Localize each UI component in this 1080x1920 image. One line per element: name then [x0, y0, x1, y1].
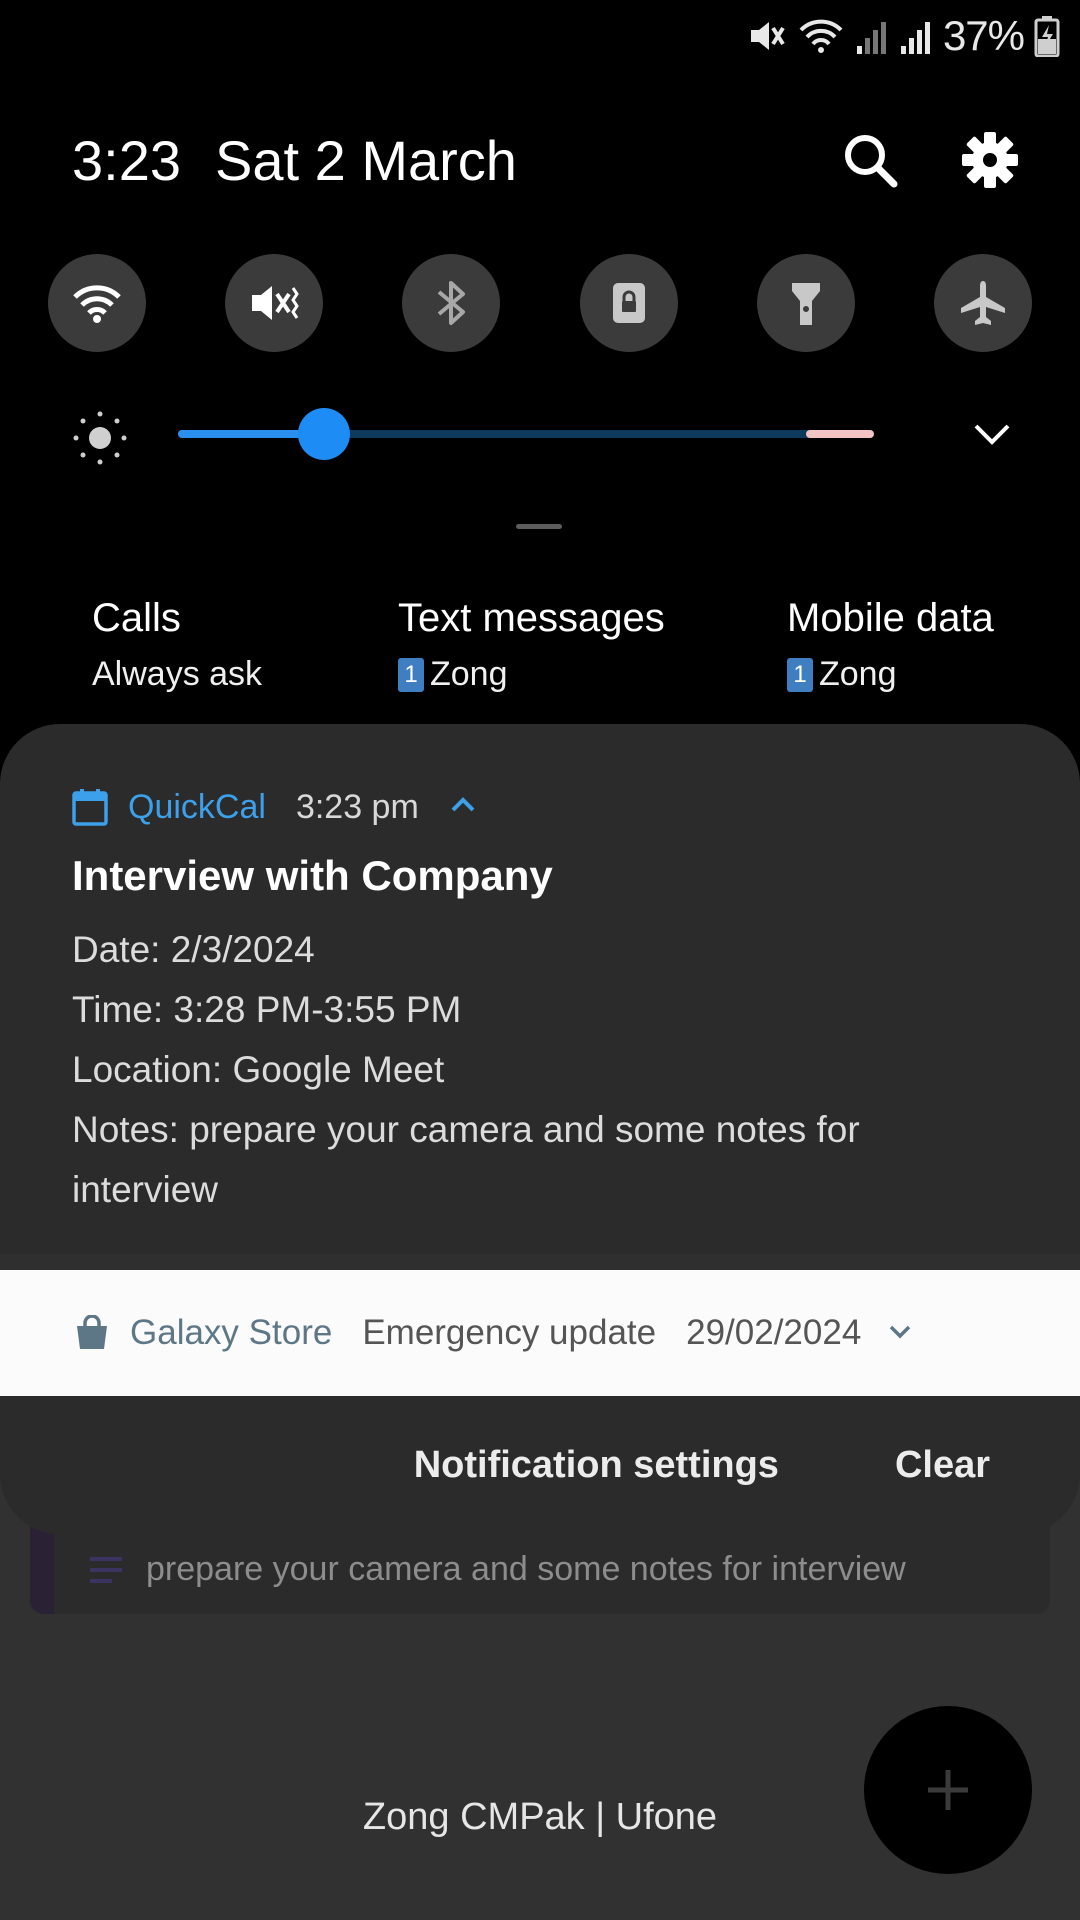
store-notification-text: Emergency update — [362, 1313, 657, 1352]
flashlight-icon — [791, 283, 820, 325]
sim-calls-title: Calls — [92, 596, 181, 640]
toggle-airplane[interactable] — [933, 254, 1032, 352]
mute-icon — [747, 16, 787, 56]
sim-1-icon: 1 — [398, 657, 424, 692]
brightness-control — [70, 400, 1010, 470]
search-button[interactable] — [840, 130, 900, 190]
wifi-icon — [73, 285, 121, 323]
battery-percent: 37% — [942, 12, 1025, 59]
sim-manager: Calls Always ask Text messages 1 Zong Mob… — [0, 596, 1080, 706]
toggle-bluetooth[interactable] — [402, 254, 501, 352]
sim-data-title: Mobile data — [787, 596, 994, 640]
sim-mobile-data[interactable]: Mobile data 1 Zong — [787, 596, 994, 694]
notification-footer: Notification settings Clear — [0, 1396, 1080, 1534]
clear-button[interactable]: Clear — [895, 1444, 990, 1487]
gear-icon — [962, 132, 1018, 188]
sim-1-icon: 1 — [787, 657, 813, 692]
brightness-icon — [70, 408, 130, 473]
sim-texts-title: Text messages — [398, 596, 665, 640]
wifi-icon — [797, 16, 845, 56]
store-notification-date: 29/02/2024 — [686, 1313, 862, 1352]
add-event-button[interactable] — [864, 1706, 1032, 1874]
notification-settings-button[interactable]: Notification settings — [414, 1444, 779, 1487]
chevron-down-icon — [890, 1325, 911, 1338]
notification-line-location: Location: Google Meet — [72, 1049, 445, 1090]
brightness-high-zone — [806, 430, 874, 438]
store-app-name: Galaxy Store — [130, 1313, 333, 1352]
signal-2-icon — [899, 16, 933, 56]
quick-panel-header: 3:23 Sat 2 March — [72, 120, 1020, 200]
toggle-sound-mute[interactable] — [225, 254, 324, 352]
notification-line-time: Time: 3:28 PM-3:55 PM — [72, 989, 462, 1030]
collapse-notification-button[interactable] — [449, 795, 477, 820]
drag-handle[interactable] — [516, 524, 562, 529]
event-note-text: prepare your camera and some notes for i… — [146, 1550, 906, 1588]
notification-time: 3:23 pm — [295, 787, 419, 826]
notification-header[interactable]: QuickCal 3:23 pm — [72, 784, 477, 830]
notification-divider — [0, 1254, 1080, 1270]
sim-calls-value: Always ask — [92, 655, 263, 693]
expand-store-notification-button[interactable] — [887, 1322, 913, 1345]
expand-quick-panel-button[interactable] — [972, 418, 1012, 453]
notification-line-date: Date: 2/3/2024 — [72, 929, 315, 970]
sim-calls[interactable]: Calls Always ask — [92, 596, 262, 694]
notes-icon — [90, 1556, 122, 1583]
toggle-screen-lock[interactable] — [579, 254, 678, 352]
quick-toggles — [48, 254, 1032, 354]
sim-texts-value: Zong — [430, 655, 508, 693]
notification-line-notes: Notes: prepare your camera and some note… — [72, 1109, 860, 1210]
sim-text-messages[interactable]: Text messages 1 Zong — [398, 596, 665, 694]
notification-panel: QuickCal 3:23 pm Interview with Company … — [0, 724, 1080, 1534]
notification-app-name: QuickCal — [128, 787, 266, 826]
clock-date[interactable]: Sat 2 March — [215, 128, 517, 193]
toggle-flashlight[interactable] — [756, 254, 855, 352]
calendar-icon — [72, 789, 108, 826]
bluetooth-icon — [438, 281, 466, 325]
notification-body[interactable]: Date: 2/3/2024 Time: 3:28 PM-3:55 PM Loc… — [72, 920, 972, 1220]
shopping-bag-icon — [77, 1315, 107, 1349]
battery-charging-icon — [1034, 15, 1060, 57]
airplane-icon — [960, 281, 1005, 325]
brightness-slider-thumb[interactable] — [298, 408, 350, 460]
status-bar: 37% — [0, 0, 1080, 72]
clock-time[interactable]: 3:23 — [72, 128, 181, 193]
search-icon — [845, 135, 898, 188]
mute-vibrate-icon — [252, 286, 299, 320]
settings-button[interactable] — [960, 130, 1020, 190]
chevron-up-icon — [451, 796, 475, 811]
lock-screen-icon — [612, 283, 645, 323]
chevron-down-icon — [974, 424, 1010, 445]
signal-1-icon — [855, 16, 889, 56]
carrier-label: Zong CMPak | Ufone — [362, 1796, 718, 1838]
sim-data-value: Zong — [819, 655, 897, 693]
notification-title[interactable]: Interview with Company — [72, 852, 553, 900]
toggle-wifi[interactable] — [48, 254, 146, 352]
brightness-slider[interactable] — [178, 408, 874, 460]
galaxy-store-notification[interactable]: Galaxy Store Emergency update 29/02/2024 — [0, 1270, 1080, 1396]
